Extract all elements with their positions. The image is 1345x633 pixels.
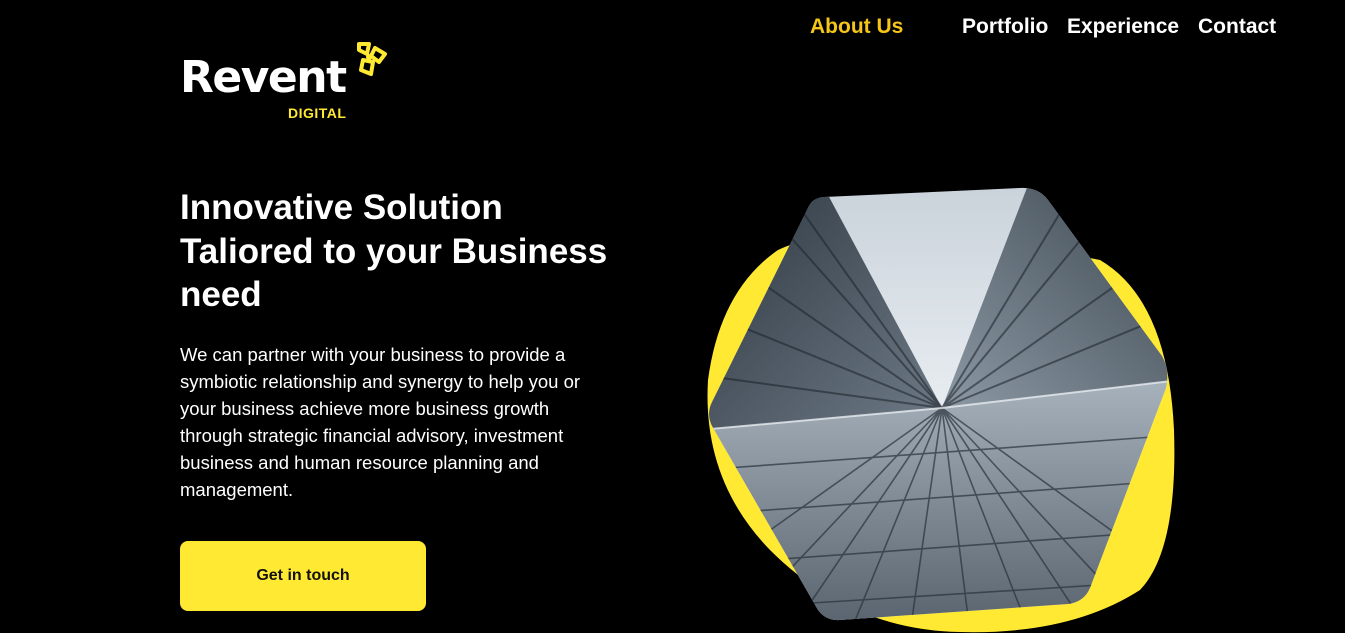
hero-description-line: through strategic financial advisory, in… [180, 425, 564, 446]
brand-name: Revent [180, 52, 347, 103]
nav-item-about-us[interactable]: About Us [810, 14, 903, 40]
hero-title-line: need [180, 275, 262, 314]
hero-description-line: business and human resource planning and [180, 452, 539, 473]
hero-description-line: your business achieve more business grow… [180, 398, 550, 419]
hero-title: Innovative Solution Taliored to your Bus… [180, 186, 680, 317]
nav-item-experience[interactable]: Experience [1067, 14, 1179, 40]
nav-item-portfolio[interactable]: Portfolio [962, 14, 1048, 40]
hero-description-line: We can partner with your business to pro… [180, 344, 566, 365]
trefoil-mark-icon [357, 42, 387, 76]
nav-item-contact[interactable]: Contact [1198, 14, 1276, 40]
brand-logo[interactable]: Revent DIGITAL [180, 40, 395, 125]
skyscraper-looking-up-image [707, 187, 1175, 633]
hero-title-line: Taliored to your Business [180, 231, 608, 271]
brand-tagline: DIGITAL [288, 105, 347, 121]
hero-description: We can partner with your business to pro… [180, 341, 640, 503]
hero-description-line: management. [180, 479, 294, 500]
hero-description-line: symbiotic relationship and synergy to he… [180, 371, 581, 392]
hero-title-line: Innovative Solution [180, 188, 503, 227]
hero-image [700, 180, 1180, 633]
get-in-touch-button[interactable]: Get in touch [180, 541, 426, 611]
